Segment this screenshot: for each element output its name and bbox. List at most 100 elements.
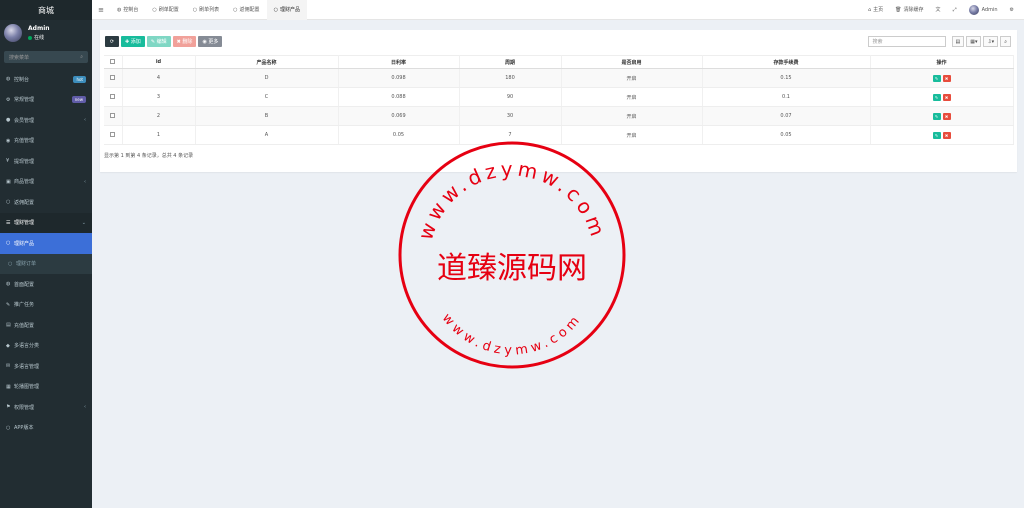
user-panel: Admin 在线 <box>0 20 92 46</box>
cogs-icon: ⚙ <box>6 96 11 103</box>
nav-tab[interactable]: ○ 理财产品 <box>266 0 307 20</box>
sidebar-item[interactable]: ⚑ 权限管理 ‹ <box>0 397 92 418</box>
chevron-icon: ‹ <box>84 404 86 411</box>
sidebar-item-label: 理财管理 <box>14 220 35 227</box>
search-icon[interactable]: ⌕ <box>80 54 83 60</box>
tab-label: 刷单列表 <box>199 7 220 13</box>
table-row[interactable]: 1 A 0.05 7 开启 0.05 ✎ ✖ <box>104 125 1014 145</box>
menu-toggle-icon[interactable]: ≡ <box>92 6 110 14</box>
columns-icon[interactable]: ▦▾ <box>966 36 982 47</box>
trash-icon: ✖ <box>176 38 181 45</box>
clear-cache-button[interactable]: 🗑 清除缓存 <box>889 6 929 14</box>
delete-trash-icon[interactable]: ✖ <box>942 112 951 120</box>
settings-gear-icon[interactable]: ⚙ <box>1004 7 1020 13</box>
column-header[interactable]: 存款手续费 <box>702 55 871 69</box>
sidebar-item[interactable]: ○ 理财订单 <box>0 253 92 274</box>
row-checkbox[interactable] <box>104 125 123 145</box>
stamp-title: 道臻源码网 <box>437 251 587 286</box>
circle-icon: ○ <box>6 199 11 206</box>
table-row[interactable]: 3 C 0.088 90 开启 0.1 ✎ ✖ <box>104 87 1014 107</box>
sidebar-item[interactable]: ✎ 推广任务 <box>0 295 92 316</box>
sidebar-item[interactable]: ● 会员管理 ‹ <box>0 110 92 131</box>
sidebar-item[interactable]: ¥ 提现管理 <box>0 151 92 172</box>
cell-id: 3 <box>122 87 196 107</box>
edit-pencil-icon[interactable]: ✎ <box>932 112 941 120</box>
chevron-icon: ‹ <box>84 178 86 185</box>
dashboard-icon: ◍ <box>117 6 122 13</box>
delete-trash-icon[interactable]: ✖ <box>942 93 951 101</box>
refresh-button[interactable]: ⟳ <box>105 36 119 47</box>
sidebar-item[interactable]: ▣ 商品管理 ‹ <box>0 172 92 193</box>
tab-bar: ◍ 控制台 ○ 刷单配置 ○ 刷单列表 ○ 返佣配置 ○ 理财产品 <box>110 0 307 20</box>
permission-icon: ⚑ <box>6 404 11 411</box>
top-navbar: ≡ ◍ 控制台 ○ 刷单配置 ○ 刷单列表 ○ 返佣配置 ○ 理财产品 ⌂ 主页 🗑 清除缓存 文 ⤢… <box>92 0 1024 20</box>
table-row[interactable]: 4 D 0.098 180 开启 0.15 ✎ ✖ <box>104 68 1014 88</box>
export-icon[interactable]: ⇩▾ <box>983 36 999 47</box>
advanced-search-icon[interactable]: ⌕ <box>1000 36 1011 47</box>
sidebar-item-label: 首面配置 <box>14 281 35 288</box>
row-checkbox[interactable] <box>104 68 123 88</box>
cell-enabled: 开启 <box>561 87 703 107</box>
sidebar-item[interactable]: ✉ 多语言管理 <box>0 356 92 377</box>
sidebar-search-input[interactable]: 搜索菜单 ⌕ <box>4 51 88 63</box>
select-all-checkbox[interactable] <box>104 55 123 69</box>
sidebar-item[interactable]: ◆ 多语言分类 <box>0 336 92 357</box>
pagination-summary: 显示第 1 到第 4 条记录，总共 4 条记录 <box>104 153 194 159</box>
edit-pencil-icon[interactable]: ✎ <box>932 93 941 101</box>
sidebar-item[interactable]: ▤ 充值配置 <box>0 315 92 336</box>
toggle-view-icon[interactable]: ▤ <box>951 36 965 47</box>
cell-rate: 0.088 <box>338 87 460 107</box>
column-header[interactable]: id <box>122 55 196 69</box>
edit-pencil-icon[interactable]: ✎ <box>932 131 941 139</box>
nav-tab[interactable]: ○ 刷单配置 <box>145 0 185 20</box>
more-button[interactable]: ◉ 更多 <box>198 36 223 47</box>
sidebar-item[interactable]: ▦ 轮播图管理 <box>0 377 92 398</box>
pencil-icon: ✎ <box>150 38 156 45</box>
sidebar-item[interactable]: ◉ 充值管理 <box>0 131 92 152</box>
translate-icon[interactable]: 文 <box>930 6 947 13</box>
column-header[interactable]: 周期 <box>459 55 562 69</box>
table-tools: 搜索 ▤ ▦▾ ⇩▾ ⌕ <box>867 36 1011 47</box>
sidebar-item[interactable]: ☰ 理财管理 ⌄ <box>0 212 92 233</box>
nav-tab[interactable]: ◍ 控制台 <box>110 0 145 20</box>
sidebar-item[interactable]: ⚙ 常规管理 new <box>0 90 92 111</box>
fullscreen-icon[interactable]: ⤢ <box>947 7 963 13</box>
column-header: 操作 <box>870 55 1014 69</box>
nav-tab[interactable]: ○ 返佣配置 <box>226 0 266 20</box>
table-row[interactable]: 2 B 0.069 30 开启 0.07 ✎ ✖ <box>104 106 1014 126</box>
table-search-input[interactable]: 搜索 <box>867 36 946 47</box>
sidebar-item[interactable]: ◍ 首面配置 <box>0 274 92 295</box>
add-button[interactable]: ✚ 添加 <box>121 36 145 47</box>
home-link[interactable]: ⌂ 主页 <box>862 6 889 14</box>
cell-rate: 0.098 <box>338 68 460 88</box>
sidebar-menu: ◍ 控制台 hot ⚙ 常规管理 new ● 会员管理 ‹ ◉ 充值管理 ¥ 提现管理 ▣ 商品管理 ‹ ○ 返佣… <box>0 69 92 438</box>
column-header[interactable]: 是否启用 <box>561 55 703 69</box>
product-icon: ▣ <box>6 178 11 185</box>
edit-pencil-icon[interactable]: ✎ <box>932 74 941 82</box>
cell-enabled: 开启 <box>561 68 703 88</box>
delete-trash-icon[interactable]: ✖ <box>942 74 951 82</box>
column-header[interactable]: 产品名称 <box>195 55 339 69</box>
nav-tab[interactable]: ○ 刷单列表 <box>186 0 226 20</box>
circle-icon: ○ <box>233 6 238 13</box>
circle-icon: ○ <box>6 240 11 247</box>
user-icon: ● <box>6 117 11 124</box>
cell-fee: 0.15 <box>702 68 871 88</box>
toolbar: ⟳ ✚ 添加 ✎ 编辑 ✖ 删除 ◉ 更多 <box>105 36 223 47</box>
delete-button[interactable]: ✖ 删除 <box>172 36 197 47</box>
edit-button[interactable]: ✎ 编辑 <box>146 36 171 47</box>
sidebar-item[interactable]: ○ APP版本 <box>0 418 92 439</box>
plus-icon: ✚ <box>125 38 130 45</box>
row-checkbox[interactable] <box>104 106 123 126</box>
sidebar-item-label: APP版本 <box>14 425 34 432</box>
sidebar-item[interactable]: ◍ 控制台 hot <box>0 69 92 90</box>
recharge-config-icon: ▤ <box>6 322 11 329</box>
row-checkbox[interactable] <box>104 87 123 107</box>
delete-trash-icon[interactable]: ✖ <box>942 131 951 139</box>
column-header[interactable]: 日利率 <box>338 55 460 69</box>
sidebar-item[interactable]: ○ 理财产品 <box>0 233 92 254</box>
brand-title[interactable]: 商城 <box>0 0 92 20</box>
user-menu[interactable]: Admin <box>963 4 1004 15</box>
avatar <box>4 24 22 42</box>
sidebar-item[interactable]: ○ 返佣配置 <box>0 192 92 213</box>
